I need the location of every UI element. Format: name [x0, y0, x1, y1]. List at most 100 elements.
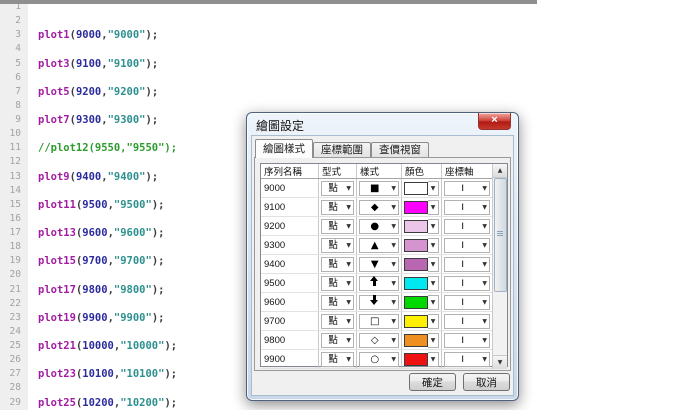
- type-select[interactable]: 點 ▼: [321, 294, 354, 310]
- chevron-down-icon: ▼: [346, 317, 351, 325]
- scroll-down-button[interactable]: ▼: [493, 355, 507, 369]
- line-number: 25: [0, 339, 28, 354]
- chevron-down-icon: ▼: [430, 279, 436, 287]
- color-swatch[interactable]: [404, 276, 428, 290]
- symbol-select[interactable]: ▼: [359, 275, 399, 291]
- type-select[interactable]: 點 ▼: [321, 332, 354, 348]
- axis-select[interactable]: I ▼: [444, 332, 490, 348]
- type-select[interactable]: 點 ▼: [321, 275, 354, 291]
- symbol-select[interactable]: ◆ ▼: [359, 199, 399, 215]
- type-select[interactable]: 點 ▼: [321, 351, 354, 367]
- ok-button[interactable]: 確定: [409, 373, 456, 391]
- type-select[interactable]: 點 ▼: [321, 313, 354, 329]
- color-dropdown-button[interactable]: ▼: [428, 218, 439, 234]
- chevron-down-icon: ▼: [391, 317, 396, 325]
- color-cell: ▼: [402, 312, 442, 330]
- filled-diamond-icon: ◆: [370, 201, 379, 213]
- type-select[interactable]: 點 ▼: [321, 180, 354, 196]
- line-number: 27: [0, 367, 28, 382]
- table-row: 9200 點 ▼ ● ▼ ▼ I ▼: [261, 217, 492, 236]
- color-dropdown-button[interactable]: ▼: [428, 275, 439, 291]
- chevron-down-icon: ▼: [482, 298, 487, 306]
- color-dropdown-button[interactable]: ▼: [428, 180, 439, 196]
- symbol-select[interactable]: ○ ▼: [359, 351, 399, 367]
- color-cell: ▼: [402, 217, 442, 235]
- line-number: 14: [0, 183, 28, 198]
- color-swatch[interactable]: [404, 238, 428, 252]
- style-cell: ▼: [357, 274, 402, 292]
- symbol-select[interactable]: ■ ▼: [359, 180, 399, 196]
- type-select[interactable]: 點 ▼: [321, 237, 354, 253]
- code-line[interactable]: 8: [0, 98, 537, 113]
- chevron-down-icon: ▼: [346, 222, 351, 230]
- tab-price-window[interactable]: 查價視窗: [371, 142, 429, 158]
- line-number: 18: [0, 240, 28, 255]
- color-dropdown-button[interactable]: ▼: [428, 237, 439, 253]
- cancel-button[interactable]: 取消: [463, 373, 510, 391]
- close-button[interactable]: ×: [478, 113, 511, 130]
- series-style-table: 序列名稱 型式 樣式 顏色 座標軸 9000 點 ▼ ■ ▼ ▼ I ▼ 9100 點 ▼ ◆ ▼ ▼ I ▼…: [260, 163, 508, 369]
- chevron-down-icon: ▼: [482, 317, 487, 325]
- color-dropdown-button[interactable]: ▼: [428, 294, 439, 310]
- type-select[interactable]: 點 ▼: [321, 218, 354, 234]
- color-swatch[interactable]: [404, 181, 428, 195]
- scroll-up-icon: ▲: [497, 167, 503, 174]
- axis-select[interactable]: I ▼: [444, 275, 490, 291]
- code-line[interactable]: 2: [0, 14, 537, 29]
- axis-select[interactable]: I ▼: [444, 351, 490, 367]
- code-line[interactable]: 5 plot3(9100,"9100");: [0, 56, 537, 71]
- axis-select[interactable]: I ▼: [444, 256, 490, 272]
- tab-coordinate-range[interactable]: 座標範圍: [313, 142, 371, 158]
- code-line[interactable]: 3 plot1(9000,"9000");: [0, 28, 537, 43]
- scroll-up-button[interactable]: ▲: [493, 164, 507, 178]
- chevron-down-icon: ▼: [346, 298, 351, 306]
- symbol-select[interactable]: ▼ ▼: [359, 256, 399, 272]
- color-cell: ▼: [402, 198, 442, 216]
- type-select[interactable]: 點 ▼: [321, 199, 354, 215]
- symbol-select[interactable]: ▲ ▼: [359, 237, 399, 253]
- axis-select[interactable]: I ▼: [444, 180, 490, 196]
- code-line[interactable]: 4: [0, 42, 537, 57]
- type-select[interactable]: 點 ▼: [321, 256, 354, 272]
- series-name-cell: 9600: [261, 293, 319, 311]
- header-axis: 座標軸: [445, 167, 474, 178]
- color-dropdown-button[interactable]: ▼: [428, 313, 439, 329]
- color-swatch[interactable]: [404, 219, 428, 233]
- axis-select[interactable]: I ▼: [444, 294, 490, 310]
- line-number: 29: [0, 395, 28, 410]
- color-cell: ▼: [402, 293, 442, 311]
- dialog-titlebar[interactable]: 繪圖設定 ×: [247, 113, 518, 135]
- axis-select[interactable]: I ▼: [444, 313, 490, 329]
- symbol-select[interactable]: ● ▼: [359, 218, 399, 234]
- type-cell: 點 ▼: [319, 255, 357, 273]
- triangle-down-icon: ▼: [370, 258, 379, 270]
- color-dropdown-button[interactable]: ▼: [428, 256, 439, 272]
- color-swatch[interactable]: [404, 352, 428, 366]
- color-dropdown-button[interactable]: ▼: [428, 199, 439, 215]
- color-swatch[interactable]: [404, 314, 428, 328]
- chevron-down-icon: ▼: [430, 355, 436, 363]
- color-dropdown-button[interactable]: ▼: [428, 332, 439, 348]
- axis-select[interactable]: I ▼: [444, 237, 490, 253]
- chevron-down-icon: ▼: [430, 203, 436, 211]
- color-swatch[interactable]: [404, 200, 428, 214]
- line-number: 9: [0, 113, 28, 128]
- axis-select[interactable]: I ▼: [444, 218, 490, 234]
- line-number: 21: [0, 282, 28, 297]
- code-line[interactable]: 6: [0, 70, 537, 85]
- scrollbar-thumb[interactable]: [494, 178, 507, 292]
- color-swatch[interactable]: [404, 257, 428, 271]
- color-swatch[interactable]: [404, 295, 428, 309]
- symbol-select[interactable]: □ ▼: [359, 313, 399, 329]
- symbol-select[interactable]: ◇ ▼: [359, 332, 399, 348]
- color-dropdown-button[interactable]: ▼: [428, 351, 439, 367]
- scroll-down-icon: ▼: [497, 359, 503, 366]
- symbol-select[interactable]: ▼: [359, 294, 399, 310]
- code-line[interactable]: 7 plot5(9200,"9200");: [0, 84, 537, 99]
- color-swatch[interactable]: [404, 333, 428, 347]
- axis-select[interactable]: I ▼: [444, 199, 490, 215]
- table-scrollbar[interactable]: ▲ ▼: [492, 164, 507, 369]
- tab-plot-style[interactable]: 繪圖樣式: [255, 139, 313, 158]
